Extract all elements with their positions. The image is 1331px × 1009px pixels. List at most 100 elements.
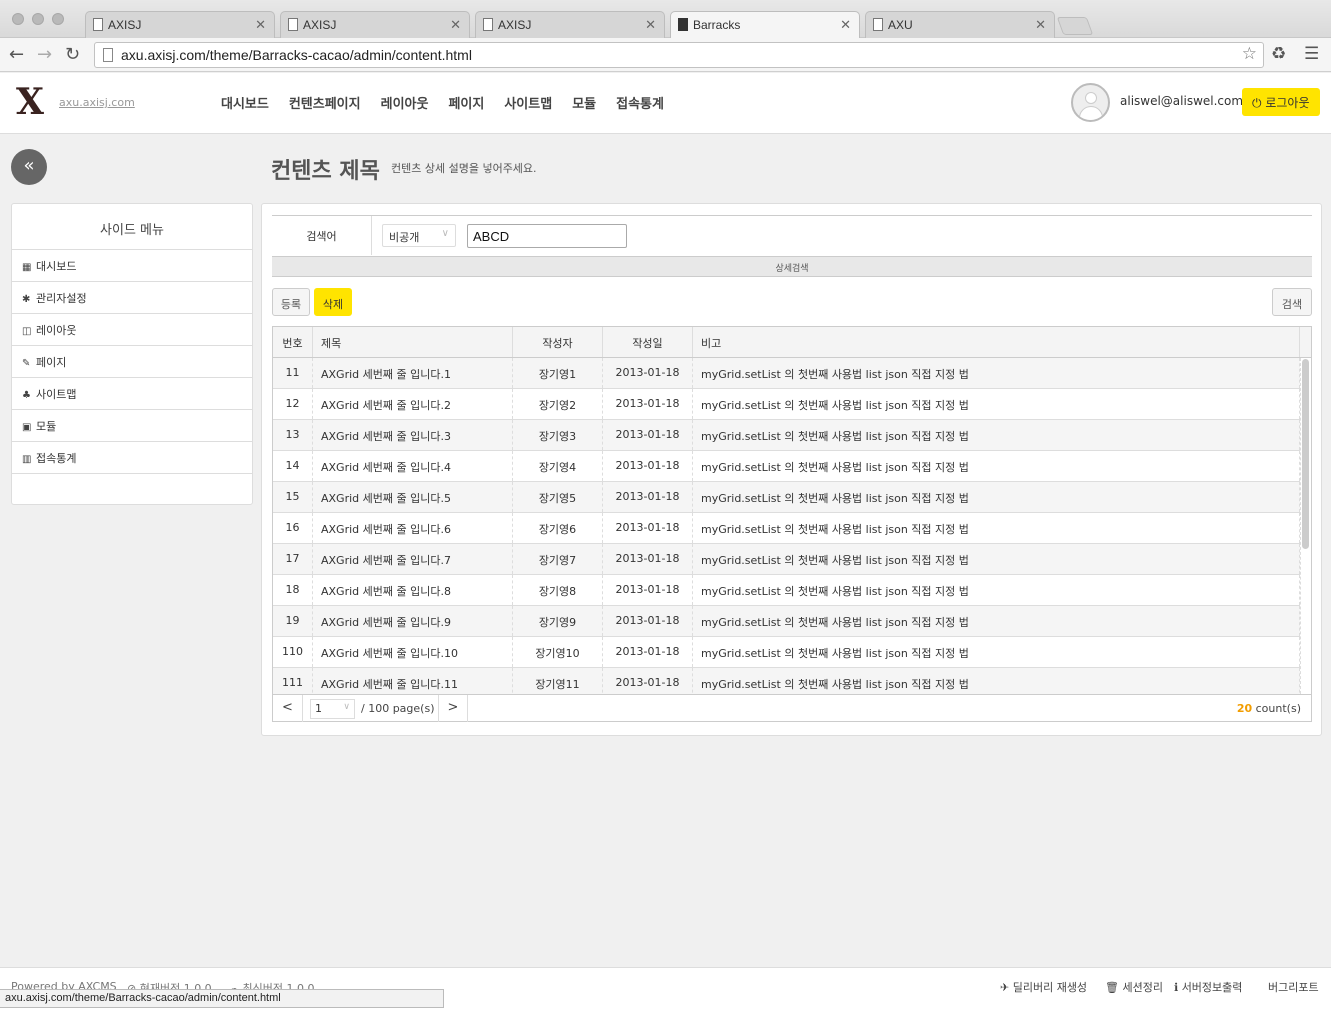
column-header-note[interactable]: 비고 — [693, 327, 1300, 357]
close-tab-icon[interactable]: ✕ — [1035, 17, 1046, 33]
table-row[interactable]: 111 AXGrid 세번째 줄 입니다.11 장기영11 2013-01-18 myG… — [273, 668, 1300, 694]
detail-search-toggle[interactable]: 상세검색 — [272, 256, 1312, 277]
table-row[interactable]: 11 AXGrid 세번째 줄 입니다.1 장기영1 2013-01-18 myGrid… — [273, 358, 1300, 389]
cell-no: 110 — [273, 637, 313, 667]
bookmark-star-icon[interactable]: ☆ — [1242, 44, 1257, 64]
site-link[interactable]: axu.axisj.com — [59, 96, 135, 109]
cell-no: 16 — [273, 513, 313, 543]
user-email[interactable]: aliswel@aliswel.com — [1120, 94, 1243, 108]
cell-note: myGrid.setList 의 첫번째 사용법 list json 직접 지정… — [693, 451, 1300, 481]
minimize-window-button[interactable] — [32, 13, 44, 25]
table-row[interactable]: 16 AXGrid 세번째 줄 입니다.6 장기영6 2013-01-18 myGrid… — [273, 513, 1300, 544]
cell-note: myGrid.setList 의 첫번째 사용법 list json 직접 지정… — [693, 482, 1300, 512]
nav-item-page[interactable]: 페이지 — [448, 93, 484, 112]
close-tab-icon[interactable]: ✕ — [450, 17, 461, 33]
nav-item-module[interactable]: 모듈 — [572, 93, 596, 112]
sidebar-item-module[interactable]: ▣ 모듈 — [12, 410, 252, 442]
table-row[interactable]: 14 AXGrid 세번째 줄 입니다.4 장기영4 2013-01-18 myGrid… — [273, 451, 1300, 482]
page-icon — [103, 48, 113, 62]
sidebar-item-admin-settings[interactable]: ✱ 관리자설정 — [12, 282, 252, 314]
cell-author: 장기영4 — [513, 451, 603, 481]
browser-tab[interactable]: AXU ✕ — [865, 11, 1055, 38]
reload-icon[interactable]: ↻ — [65, 44, 80, 65]
browser-tab-active[interactable]: Barracks ✕ — [670, 11, 860, 39]
tab-title: AXISJ — [498, 18, 532, 32]
sidebar-item-page[interactable]: ✎ 페이지 — [12, 346, 252, 378]
next-page-button[interactable]: > — [438, 695, 468, 722]
cell-title: AXGrid 세번째 줄 입니다.10 — [313, 637, 513, 667]
nav-item-sitemap[interactable]: 사이트맵 — [504, 93, 552, 112]
sitemap-icon: ♣ — [22, 390, 31, 401]
visibility-select[interactable]: 비공개 ∨ — [382, 224, 456, 247]
page-description: 컨텐츠 상세 설명을 넣어주세요. — [391, 162, 537, 175]
collapse-sidebar-button[interactable]: « — [11, 149, 47, 185]
back-arrow-icon[interactable]: ← — [9, 44, 24, 65]
site-logo[interactable]: X — [16, 84, 44, 120]
nav-item-stats[interactable]: 접속통계 — [616, 93, 664, 112]
table-row[interactable]: 17 AXGrid 세번째 줄 입니다.7 장기영7 2013-01-18 myGrid… — [273, 544, 1300, 575]
grid-scrollbar-thumb[interactable] — [1302, 359, 1309, 549]
cell-author: 장기영8 — [513, 575, 603, 605]
user-icon — [1085, 92, 1097, 104]
cell-note: myGrid.setList 의 첫번째 사용법 list json 직접 지정… — [693, 575, 1300, 605]
browser-tab[interactable]: AXISJ ✕ — [85, 11, 275, 38]
cell-no: 15 — [273, 482, 313, 512]
table-row[interactable]: 15 AXGrid 세번째 줄 입니다.5 장기영5 2013-01-18 myGrid… — [273, 482, 1300, 513]
column-header-title[interactable]: 제목 — [313, 327, 513, 357]
table-row[interactable]: 13 AXGrid 세번째 줄 입니다.3 장기영3 2013-01-18 myGrid… — [273, 420, 1300, 451]
footer-link-bug-report[interactable]: 버그리포트 — [1268, 979, 1319, 995]
close-tab-icon[interactable]: ✕ — [255, 17, 266, 33]
address-bar[interactable]: axu.axisj.com/theme/Barracks-cacao/admin… — [94, 42, 1264, 68]
nav-item-layout[interactable]: 레이아웃 — [381, 93, 429, 112]
page-select[interactable]: 1 ∨ — [310, 699, 355, 719]
table-row[interactable]: 18 AXGrid 세번째 줄 입니다.8 장기영8 2013-01-18 myGrid… — [273, 575, 1300, 606]
footer-link-server-info[interactable]: ℹ 서버정보출력 — [1174, 979, 1242, 995]
table-row[interactable]: 12 AXGrid 세번째 줄 입니다.2 장기영2 2013-01-18 myGrid… — [273, 389, 1300, 420]
recycle-extension-icon[interactable]: ♻ — [1271, 44, 1286, 64]
footer-link-session[interactable]: 🗑 세션정리 — [1105, 979, 1163, 995]
cell-title: AXGrid 세번째 줄 입니다.4 — [313, 451, 513, 481]
module-icon: ▣ — [22, 422, 32, 433]
footer-link-label: 딜리버리 재생성 — [1012, 981, 1088, 994]
tab-title: AXISJ — [303, 18, 337, 32]
sidebar-item-sitemap[interactable]: ♣ 사이트맵 — [12, 378, 252, 410]
column-header-author[interactable]: 작성자 — [513, 327, 603, 357]
sidebar-item-stats[interactable]: ▥ 접속통계 — [12, 442, 252, 474]
nav-item-contents[interactable]: 컨텐츠페이지 — [289, 93, 361, 112]
logout-button[interactable]: ⏻ 로그아웃 — [1242, 88, 1320, 116]
search-button[interactable]: 검색 — [1272, 288, 1312, 316]
cell-no: 19 — [273, 606, 313, 636]
side-menu-title: 사이드 메뉴 — [12, 204, 252, 250]
forward-arrow-icon[interactable]: → — [37, 44, 52, 65]
table-row[interactable]: 110 AXGrid 세번째 줄 입니다.10 장기영10 2013-01-18 myG… — [273, 637, 1300, 668]
sidebar-item-layout[interactable]: ◫ 레이아웃 — [12, 314, 252, 346]
sidebar-item-label: 관리자설정 — [36, 292, 87, 305]
nav-item-dashboard[interactable]: 대시보드 — [221, 93, 269, 112]
avatar[interactable] — [1071, 83, 1110, 122]
menu-icon[interactable]: ☰ — [1304, 44, 1319, 64]
cell-date: 2013-01-18 — [603, 513, 693, 543]
new-tab-button[interactable] — [1056, 17, 1094, 35]
browser-status-bar: axu.axisj.com/theme/Barracks-cacao/admin… — [0, 989, 444, 1008]
logout-label: 로그아웃 — [1265, 96, 1310, 110]
browser-tab[interactable]: AXISJ ✕ — [475, 11, 665, 38]
column-header-no[interactable]: 번호 — [273, 327, 313, 357]
close-tab-icon[interactable]: ✕ — [645, 17, 656, 33]
close-window-button[interactable] — [12, 13, 24, 25]
search-input[interactable] — [467, 224, 627, 248]
table-row[interactable]: 19 AXGrid 세번째 줄 입니다.9 장기영9 2013-01-18 myGrid… — [273, 606, 1300, 637]
maximize-window-button[interactable] — [52, 13, 64, 25]
window-controls — [12, 13, 64, 25]
sidebar-item-dashboard[interactable]: ▦ 대시보드 — [12, 250, 252, 282]
column-header-date[interactable]: 작성일 — [603, 327, 693, 357]
browser-tab[interactable]: AXISJ ✕ — [280, 11, 470, 38]
delete-button[interactable]: 삭제 — [314, 288, 352, 316]
grid-header: 번호 제목 작성자 작성일 비고 — [273, 327, 1311, 358]
register-button[interactable]: 등록 — [272, 288, 310, 316]
record-count: 20 count(s) — [1237, 702, 1301, 715]
prev-page-button[interactable]: < — [273, 695, 303, 722]
close-tab-icon[interactable]: ✕ — [840, 17, 851, 33]
footer-link-delivery[interactable]: ✈ 딜리버리 재생성 — [1000, 979, 1087, 995]
cell-author: 장기영3 — [513, 420, 603, 450]
cell-no: 111 — [273, 668, 313, 694]
